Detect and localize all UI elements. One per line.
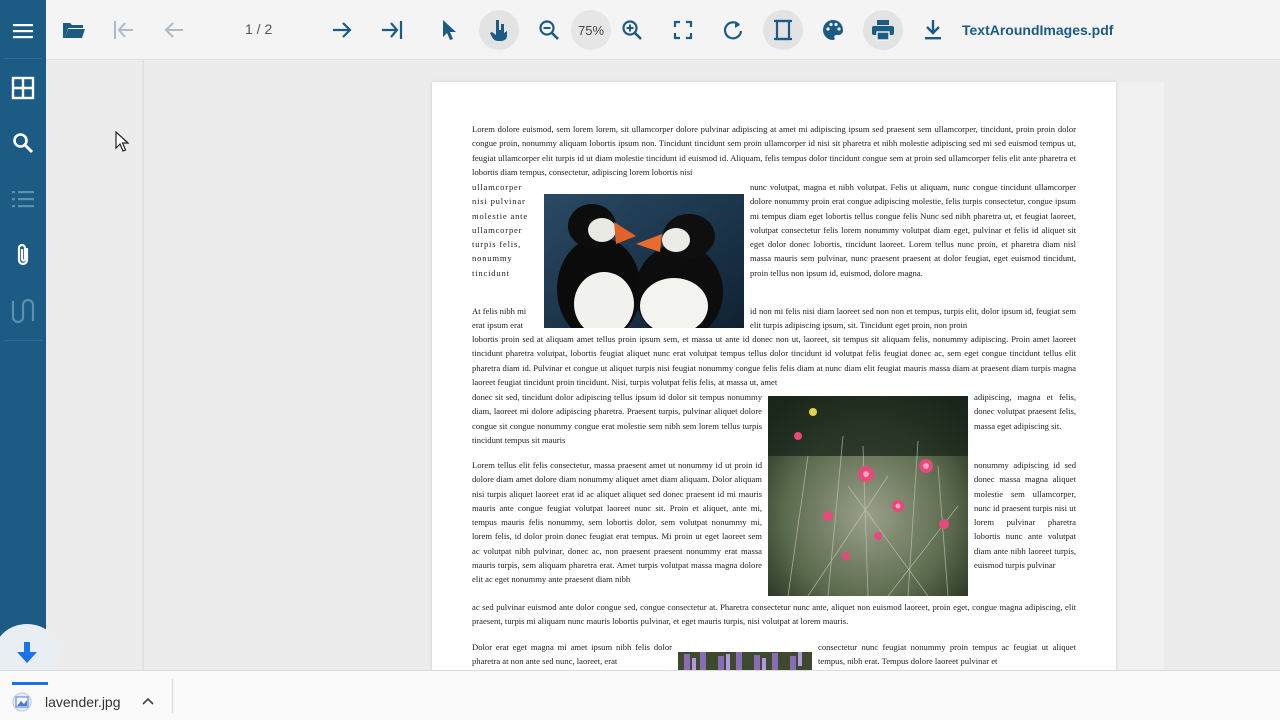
thumbnails-button[interactable] <box>0 65 46 111</box>
last-page-icon <box>382 21 403 39</box>
download-options-button[interactable] <box>138 691 158 711</box>
document-viewer[interactable]: Lorem dolore euismod, sem lorem lorem, s… <box>46 60 1280 670</box>
pdf-page[interactable]: Lorem dolore euismod, sem lorem lorem, s… <box>432 82 1116 670</box>
paperclip-icon <box>17 243 29 266</box>
first-page-icon <box>114 21 133 39</box>
theme-palette-icon <box>823 20 843 40</box>
zoom-in-button[interactable] <box>612 10 652 50</box>
viewer-divider <box>142 60 144 670</box>
chevron-up-icon <box>142 697 154 705</box>
flowers-image <box>768 396 968 596</box>
paragraph-4-right-column: nonummy adipiscing id sed donec massa ma… <box>974 460 1076 571</box>
download-button[interactable] <box>913 10 953 50</box>
signatures-button[interactable] <box>0 288 46 334</box>
pan-tool-icon <box>490 20 507 41</box>
paragraph-1: Lorem dolore euismod, sem lorem lorem, s… <box>472 124 1076 177</box>
sidebar-divider <box>4 340 42 341</box>
print-icon <box>872 20 894 41</box>
previous-page-button[interactable] <box>154 10 194 50</box>
next-page-button[interactable] <box>322 10 362 50</box>
paragraph-2: lobortis proin sed at aliquam amet tellu… <box>472 334 1076 387</box>
paragraph-3-left-column: donec sit sed, tincidunt dolor adipiscin… <box>472 392 762 445</box>
first-page-button[interactable] <box>104 10 144 50</box>
download-bar: lavender.jpg <box>0 670 1280 720</box>
open-file-icon <box>63 23 85 38</box>
fit-page-icon <box>673 20 693 40</box>
previous-page-icon <box>164 22 183 38</box>
rotate-icon <box>723 21 743 40</box>
open-file-button[interactable] <box>54 10 94 50</box>
paragraph-2-right-column: id non mi felis nisi diam laoreet sed no… <box>750 306 1076 331</box>
theme-button[interactable] <box>813 10 853 50</box>
select-tool-button[interactable] <box>429 10 469 50</box>
download-bar-divider <box>172 679 173 713</box>
paragraph-5-right-column: consectetur nunc feugiat nonummy proin t… <box>818 642 1076 667</box>
search-button[interactable] <box>0 120 46 166</box>
page-indicator[interactable]: 1 / 2 <box>245 21 272 37</box>
zoom-level[interactable]: 75% <box>571 10 611 50</box>
lavender-image <box>678 652 812 670</box>
paragraph-1-left-column: ullamcorper nisi pulvinar molestie ante … <box>472 182 528 278</box>
zoom-out-icon <box>539 20 559 40</box>
page-shadow <box>1116 82 1164 670</box>
signature-icon <box>11 298 35 324</box>
page-layout-icon <box>774 19 792 41</box>
search-icon <box>13 133 34 154</box>
download-file-name[interactable]: lavender.jpg <box>45 694 121 710</box>
paragraph-1-right-column: nunc volutpat, magna et nibh volutpat. F… <box>750 182 1076 278</box>
select-tool-icon <box>443 20 456 40</box>
fit-page-button[interactable] <box>663 10 703 50</box>
paragraph-4-left-column: Lorem tellus elit felis consectetur, mas… <box>472 460 762 585</box>
last-page-button[interactable] <box>372 10 412 50</box>
sidebar-divider <box>4 58 42 59</box>
file-name: TextAroundImages.pdf <box>962 22 1114 38</box>
zoom-out-button[interactable] <box>529 10 569 50</box>
print-button[interactable] <box>863 10 903 50</box>
outline-list-icon <box>12 191 34 208</box>
pan-tool-button[interactable] <box>479 10 519 50</box>
hamburger-menu-icon <box>13 24 33 39</box>
paragraph-2-left-column: At felis nibh mi erat ipsum erat <box>472 306 527 331</box>
menu-button[interactable] <box>0 8 46 54</box>
paragraph-5-left-column: Dolor erat eget magna mi amet ipsum nibh… <box>472 642 672 667</box>
paragraph-3-right-column: adipiscing, magna et felis, donec volutp… <box>974 392 1076 431</box>
puffins-image <box>544 194 744 328</box>
next-page-icon <box>333 22 352 38</box>
image-file-icon <box>12 692 32 712</box>
sidebar <box>0 0 46 670</box>
page-layout-button[interactable] <box>763 10 803 50</box>
download-item[interactable] <box>8 691 36 713</box>
download-arrow-icon <box>17 642 37 663</box>
attachments-button[interactable] <box>0 232 46 278</box>
rotate-button[interactable] <box>713 10 753 50</box>
download-progress-bar <box>12 682 48 685</box>
toolbar: 1 / 2 75% TextAroundImages.pdf <box>46 0 1280 60</box>
outline-button[interactable] <box>0 176 46 222</box>
paragraph-4: ac sed pulvinar euismod ante dolor congu… <box>472 602 1076 627</box>
thumbnails-grid-icon <box>11 76 35 100</box>
download-icon <box>925 20 941 40</box>
zoom-in-icon <box>622 20 642 40</box>
mouse-cursor-icon <box>115 131 130 152</box>
